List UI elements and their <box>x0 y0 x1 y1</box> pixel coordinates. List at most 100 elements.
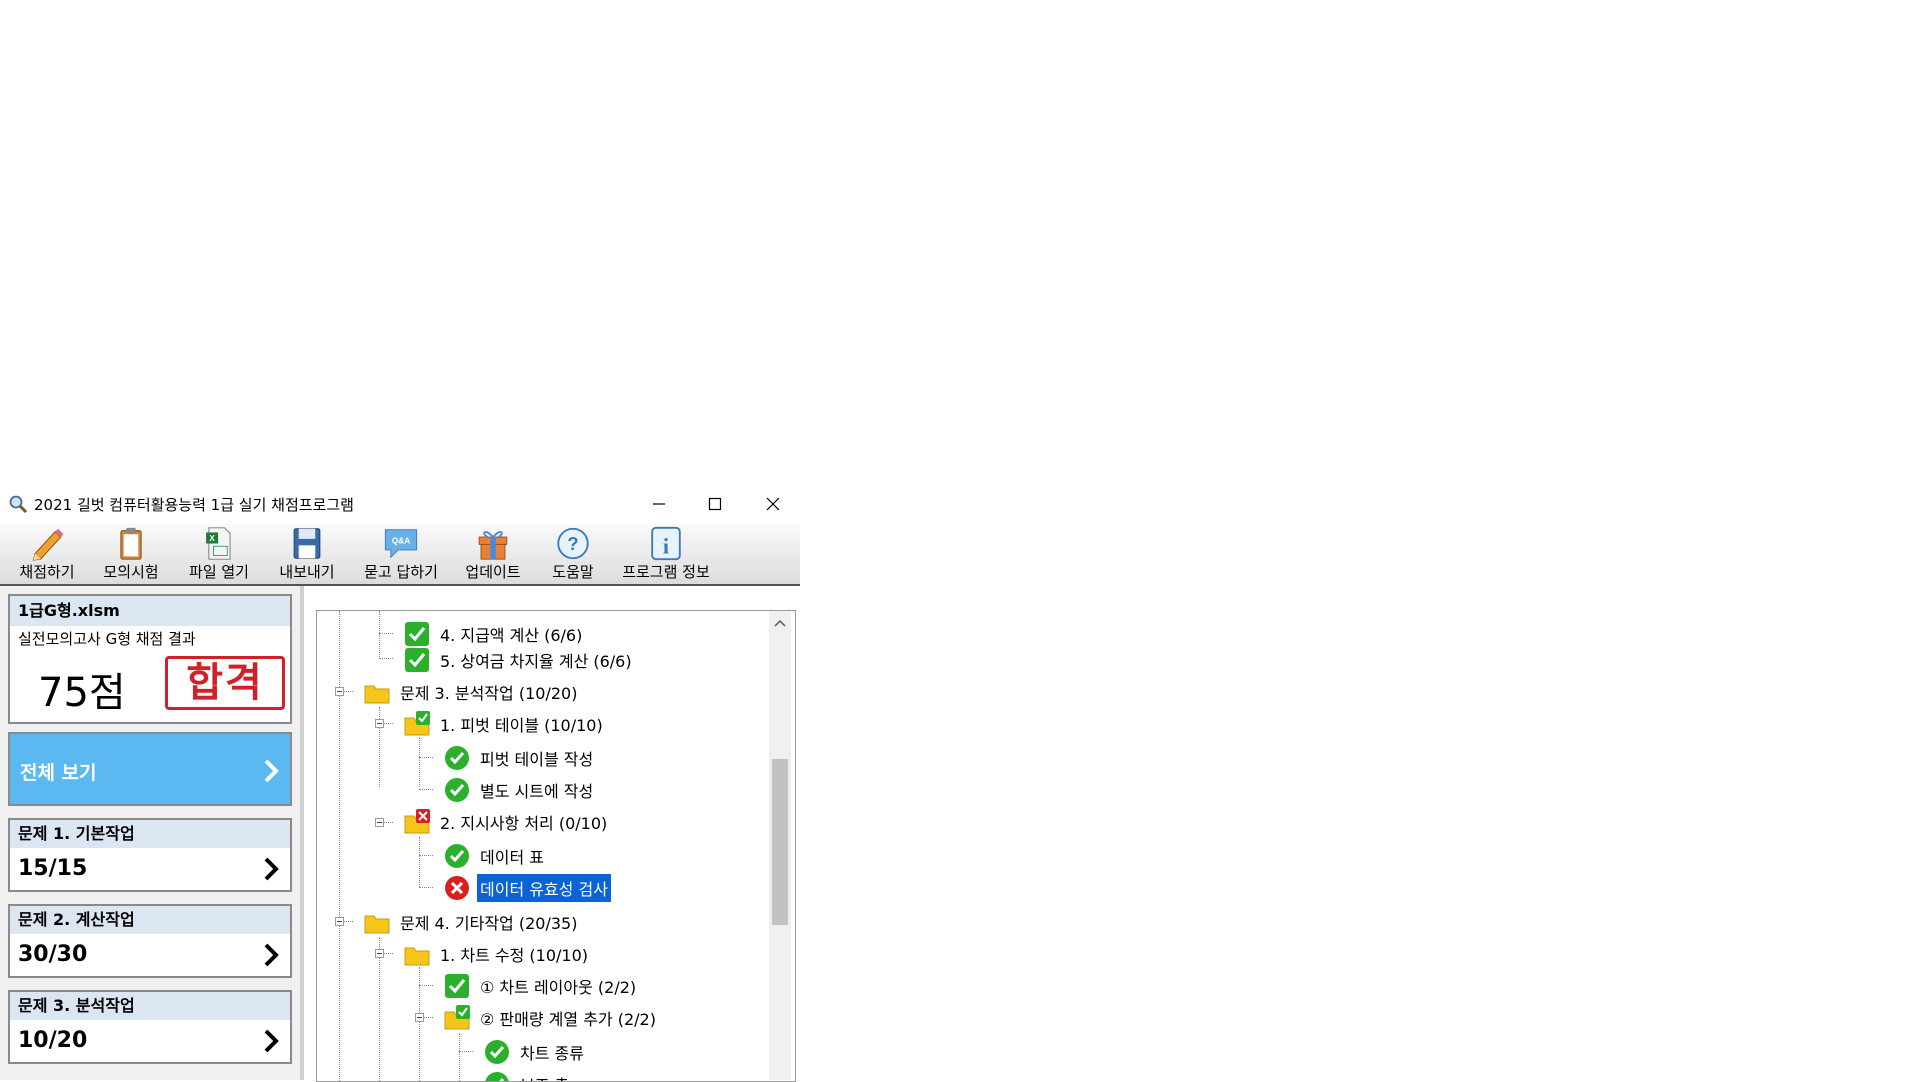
tree-item[interactable]: 문제 4. 기타작업 (20/35) <box>363 907 580 937</box>
grade-label: 채점하기 <box>19 563 75 581</box>
info-icon: i <box>651 526 681 561</box>
qa-bubble-icon: Q&A <box>384 529 418 559</box>
question-title: 문제 1. 기본작업 <box>10 820 290 848</box>
program-info-button[interactable]: i 프로그램 정보 <box>618 526 714 582</box>
tree-item-label: 데이터 유효성 검사 <box>477 874 611 902</box>
tree-item[interactable]: ② 판매량 계열 추가 (2/2) <box>443 1003 659 1033</box>
collapse-toggle[interactable] <box>335 687 344 696</box>
help-label: 도움말 <box>552 563 594 581</box>
tree-item[interactable]: 1. 차트 수정 (10/10) <box>403 939 591 969</box>
tree-item-label: ② 판매량 계열 추가 (2/2) <box>480 1010 656 1029</box>
scrollbar-thumb[interactable] <box>772 759 788 925</box>
export-button[interactable]: 내보내기 <box>274 526 340 582</box>
maximize-icon <box>708 497 722 511</box>
close-icon <box>766 497 780 511</box>
collapse-toggle[interactable] <box>375 818 384 827</box>
check-circle-icon <box>485 1040 509 1064</box>
chevron-right-icon <box>264 759 279 783</box>
view-all-label: 전체 보기 <box>20 762 97 784</box>
tree-item[interactable]: ① 차트 레이아웃 (2/2) <box>443 971 639 1001</box>
help-button[interactable]: ? 도움말 <box>540 526 606 582</box>
collapse-toggle[interactable] <box>375 949 384 958</box>
open-file-button[interactable]: X 파일 열기 <box>184 526 254 582</box>
check-square-icon <box>445 974 469 998</box>
tree-item[interactable]: 문제 3. 분석작업 (10/20) <box>363 677 580 707</box>
question-score: 30/30 <box>18 942 88 967</box>
check-square-icon <box>405 622 429 646</box>
folder-error-icon <box>404 809 430 834</box>
svg-text:Q&A: Q&A <box>392 537 410 546</box>
scroll-up-arrow-icon[interactable] <box>774 619 786 627</box>
tree-item-label: 1. 차트 수정 (10/10) <box>440 946 588 965</box>
tree-item-label: 5. 상여금 차지율 계산 (6/6) <box>440 652 632 671</box>
close-button[interactable] <box>750 488 796 520</box>
open-file-label: 파일 열기 <box>189 563 249 581</box>
program-info-label: 프로그램 정보 <box>622 563 710 581</box>
tree-item[interactable]: 피벗 테이블 작성 <box>443 743 596 773</box>
qna-button[interactable]: Q&A 묻고 답하기 <box>358 526 444 582</box>
question-3-card[interactable]: 문제 3. 분석작업 10/20 <box>8 990 292 1064</box>
collapse-toggle[interactable] <box>375 719 384 728</box>
qna-label: 묻고 답하기 <box>364 563 438 581</box>
folder-icon <box>364 915 390 934</box>
check-circle-icon <box>445 778 469 802</box>
maximize-button[interactable] <box>692 488 738 520</box>
folder-icon <box>404 947 430 966</box>
tree-item[interactable]: 별도 시트에 작성 <box>443 775 596 805</box>
tree-item[interactable]: 5. 상여금 차지율 계산 (6/6) <box>403 645 635 675</box>
result-summary-card: 1급G형.xlsm 실전모의고사 G형 채점 결과 75점 합격 <box>8 594 292 724</box>
total-score: 75점 <box>38 670 126 716</box>
svg-text:X: X <box>209 534 215 543</box>
question-1-card[interactable]: 문제 1. 기본작업 15/15 <box>8 818 292 892</box>
tree-item-label: 별도 시트에 작성 <box>480 782 594 801</box>
results-sidebar: 1급G형.xlsm 실전모의고사 G형 채점 결과 75점 합격 전체 보기 문… <box>0 586 304 1080</box>
toolbar: 채점하기 모의시험 X 파일 열기 내보내기 Q&A 묻고 답하기 업데이트 ?… <box>0 524 800 586</box>
tree-scrollbar[interactable] <box>769 611 791 1080</box>
check-circle-icon <box>485 1072 509 1081</box>
check-circle-icon <box>445 746 469 770</box>
tree-item-label: 데이터 표 <box>480 848 544 867</box>
tree-item[interactable]: 보조 축 <box>483 1069 572 1081</box>
result-tree-view[interactable]: 4. 지급액 계산 (6/6) 5. 상여금 차지율 계산 (6/6) 문제 3… <box>316 610 796 1082</box>
update-label: 업데이트 <box>465 563 521 581</box>
tree-item[interactable]: 1. 피벗 테이블 (10/10) <box>403 709 606 739</box>
tree-connector <box>379 633 393 634</box>
tree-item-label: 피벗 테이블 작성 <box>480 750 594 769</box>
tree-connector <box>379 611 380 659</box>
tree-connector <box>459 1033 460 1081</box>
tree-connector <box>419 789 433 790</box>
minimize-icon <box>653 503 665 505</box>
tree-connector <box>419 737 420 787</box>
check-circle-icon <box>445 844 469 868</box>
svg-text:i: i <box>663 534 669 559</box>
update-button[interactable]: 업데이트 <box>460 526 526 582</box>
window-title: 2021 길벗 컴퓨터활용능력 1급 실기 채점프로그램 <box>34 496 354 514</box>
question-2-card[interactable]: 문제 2. 계산작업 30/30 <box>8 904 292 978</box>
question-score-row: 10/20 <box>10 1020 290 1062</box>
view-all-button[interactable]: 전체 보기 <box>8 732 292 806</box>
export-label: 내보내기 <box>279 563 335 581</box>
check-square-icon <box>405 648 429 672</box>
minimize-button[interactable] <box>636 488 682 520</box>
collapse-toggle[interactable] <box>335 917 344 926</box>
question-score: 15/15 <box>18 856 88 881</box>
tree-connector <box>339 611 340 1081</box>
tree-item-label: 2. 지시사항 처리 (0/10) <box>440 814 608 833</box>
folder-check-icon <box>404 711 430 736</box>
title-bar: 2021 길벗 컴퓨터활용능력 1급 실기 채점프로그램 <box>0 484 800 524</box>
tree-item[interactable]: 2. 지시사항 처리 (0/10) <box>403 807 610 837</box>
tree-item-label: ① 차트 레이아웃 (2/2) <box>480 978 637 997</box>
tree-item[interactable]: 데이터 표 <box>443 841 547 871</box>
magnifier-app-icon <box>9 495 28 514</box>
grade-button[interactable]: 채점하기 <box>14 526 80 582</box>
tree-item-selected[interactable]: 데이터 유효성 검사 <box>443 873 611 903</box>
mock-exam-button[interactable]: 모의시험 <box>98 526 164 582</box>
pass-stamp: 합격 <box>165 656 285 710</box>
folder-icon <box>364 685 390 704</box>
floppy-disk-icon <box>293 528 321 559</box>
collapse-toggle[interactable] <box>415 1013 424 1022</box>
tree-item-label: 차트 종류 <box>520 1044 584 1063</box>
tree-item[interactable]: 차트 종류 <box>483 1037 587 1067</box>
tree-connector <box>419 837 420 887</box>
tree-connector <box>419 985 433 986</box>
